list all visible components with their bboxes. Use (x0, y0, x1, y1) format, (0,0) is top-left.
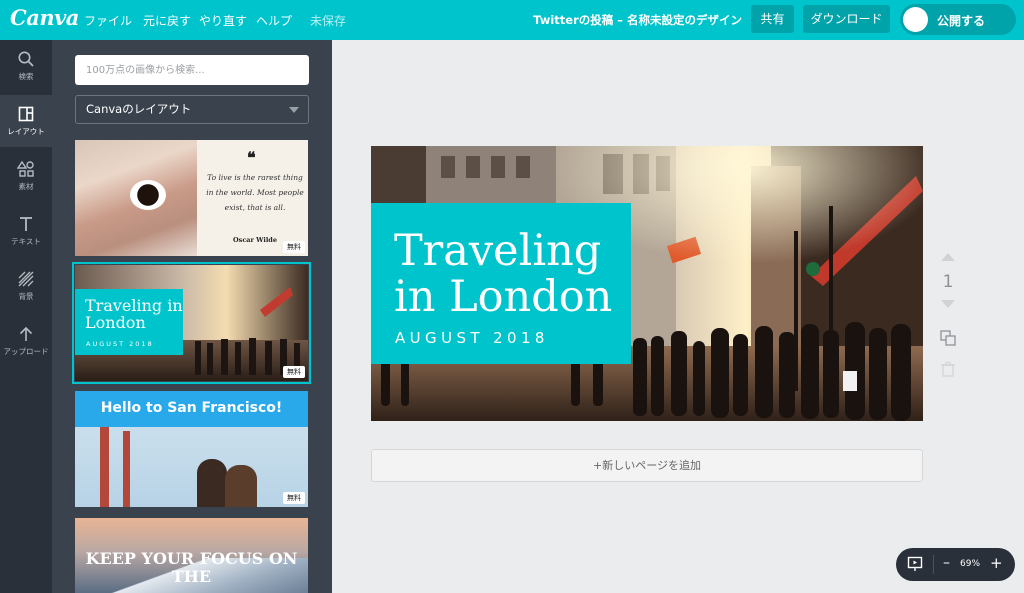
delete-page-icon[interactable] (941, 362, 955, 377)
layout-source-value: Canvaのレイアウト (86, 102, 192, 116)
page-number: 1 (942, 272, 954, 292)
template-title: KEEP YOUR FOCUS ON THE (85, 549, 298, 586)
document-title[interactable]: Twitterの投稿 – 名称未設定のデザイン (533, 12, 742, 28)
copy-page-icon[interactable] (940, 330, 956, 346)
free-badge: 無料 (283, 366, 305, 378)
save-status: 未保存 (310, 14, 347, 28)
coffee-cup-image (130, 180, 166, 210)
canvas-title-line1[interactable]: Traveling (394, 226, 601, 276)
menu-undo[interactable]: 元に戻す (143, 12, 191, 29)
bridge-tower-image (100, 427, 109, 507)
download-button[interactable]: ダウンロード (803, 5, 890, 33)
menu-redo[interactable]: やり直す (199, 12, 247, 29)
rail-item-elements[interactable]: 素材 (0, 150, 52, 202)
design-canvas[interactable]: Traveling in London AUGUST 2018 (371, 146, 923, 421)
divider (933, 555, 934, 574)
share-button[interactable]: 共有 (751, 5, 794, 33)
template-subtitle: AUGUST 2018 (86, 340, 154, 348)
template-title-bar: Hello to San Francisco! (75, 391, 308, 427)
zoom-in-button[interactable]: + (990, 554, 1003, 572)
canvas-subtitle[interactable]: AUGUST 2018 (395, 329, 549, 347)
background-pattern-icon (18, 271, 34, 287)
title-box[interactable]: Traveling in London AUGUST 2018 (371, 203, 631, 364)
rail-label-background: 背景 (18, 292, 34, 301)
layout-icon (18, 106, 34, 122)
zoom-controls: – 69% + (896, 548, 1015, 581)
page-down-arrow-icon[interactable] (941, 300, 955, 308)
present-icon[interactable] (907, 556, 923, 572)
canva-logo[interactable]: Canva (10, 5, 79, 30)
rail-item-search[interactable]: 検索 (0, 40, 52, 92)
text-icon (20, 217, 32, 231)
rail-label-uploads: アップロード (3, 347, 49, 356)
template-quote-text: To live is the rarest thing in the world… (206, 173, 304, 212)
upload-arrow-icon (19, 326, 33, 341)
zoom-level[interactable]: 69% (960, 559, 980, 569)
rail-item-background[interactable]: 背景 (0, 260, 52, 312)
template-san-francisco[interactable]: Hello to San Francisco! 無料 (75, 391, 308, 507)
menu-file[interactable]: ファイル (84, 12, 132, 29)
design-workspace: Traveling in London AUGUST 2018 +新しいページを… (332, 40, 1024, 593)
rail-item-uploads[interactable]: アップロード (0, 315, 52, 367)
rail-label-elements: 素材 (18, 182, 34, 191)
template-quote[interactable]: ❝ To live is the rarest thing in the wor… (75, 140, 308, 256)
person-silhouette (197, 459, 227, 507)
add-page-button[interactable]: +新しいページを追加 (371, 449, 923, 482)
shapes-icon (17, 160, 34, 177)
rail-label-search: 検索 (18, 72, 34, 81)
quote-mark-icon: ❝ (247, 148, 256, 167)
rail-item-layouts[interactable]: レイアウト (0, 95, 52, 147)
search-icon (18, 51, 34, 67)
template-london[interactable]: Traveling in London AUGUST 2018 無料 (72, 262, 311, 384)
canvas-title-line2[interactable]: in London (394, 272, 612, 322)
free-badge: 無料 (283, 241, 305, 253)
template-mountain[interactable]: KEEP YOUR FOCUS ON THE (75, 518, 308, 593)
menu-help[interactable]: ヘルプ (256, 12, 292, 29)
layout-source-select[interactable]: Canvaのレイアウト (75, 95, 309, 124)
top-bar: Canva ファイル 元に戻す やり直す ヘルプ 未保存 Twitterの投稿 … (0, 0, 1024, 40)
person-silhouette (225, 465, 257, 507)
template-title: Hello to San Francisco! (100, 400, 283, 416)
publish-toggle[interactable]: 公開する (900, 4, 1016, 35)
image-search-input[interactable] (75, 55, 309, 85)
template-title-box: Traveling in London AUGUST 2018 (75, 289, 183, 355)
free-badge: 無料 (283, 492, 305, 504)
layouts-panel: Canvaのレイアウト ❝ To live is the rarest thin… (52, 40, 332, 593)
rail-label-text: テキスト (11, 237, 41, 246)
rail-item-text[interactable]: テキスト (0, 205, 52, 257)
publish-label: 公開する (937, 14, 986, 28)
chevron-down-icon (289, 107, 299, 113)
template-title: Traveling in London (85, 296, 183, 332)
tool-rail: 検索 レイアウト 素材 テキスト 背景 アップロード (0, 40, 52, 593)
rail-label-layouts: レイアウト (7, 127, 45, 136)
zoom-out-button[interactable]: – (943, 555, 950, 571)
toggle-knob (903, 7, 928, 32)
bridge-tower-image (123, 431, 130, 507)
page-up-arrow-icon[interactable] (941, 253, 955, 261)
